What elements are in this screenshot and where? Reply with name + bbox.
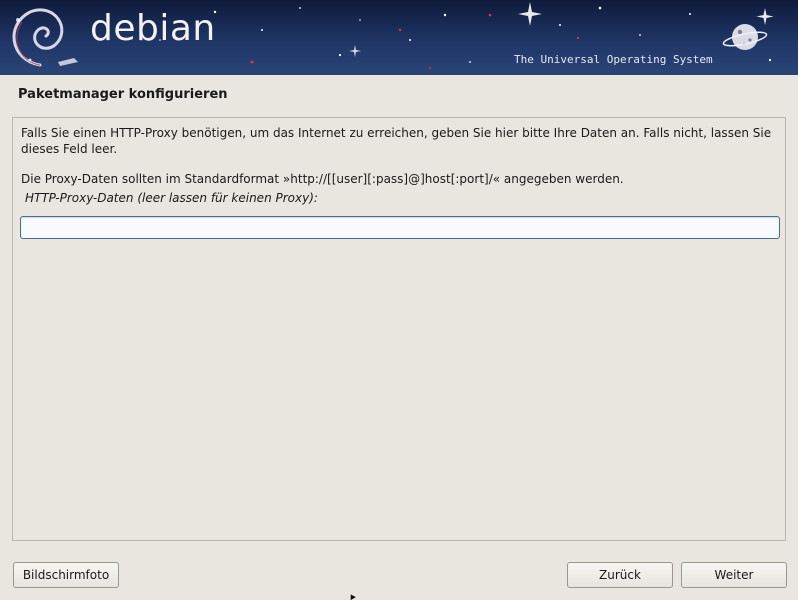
tagline: The Universal Operating System	[514, 53, 713, 66]
planet-icon	[722, 24, 768, 50]
back-button[interactable]: Zurück	[567, 562, 673, 588]
debian-banner: debian The Universal Operating System	[0, 0, 798, 75]
proxy-input[interactable]	[20, 216, 780, 239]
screenshot-button[interactable]: Bildschirmfoto	[13, 562, 119, 588]
continue-button[interactable]: Weiter	[681, 562, 787, 588]
page-title: Paketmanager konfigurieren	[18, 87, 228, 102]
description-text: Falls Sie einen HTTP-Proxy benötigen, um…	[21, 126, 772, 156]
debian-swirl-icon	[12, 8, 78, 67]
debian-logo-text: debian	[90, 8, 216, 49]
format-hint-text: Die Proxy-Daten sollten im Standardforma…	[21, 172, 624, 186]
proxy-field-label: HTTP-Proxy-Daten (leer lassen für keinen…	[25, 191, 318, 205]
